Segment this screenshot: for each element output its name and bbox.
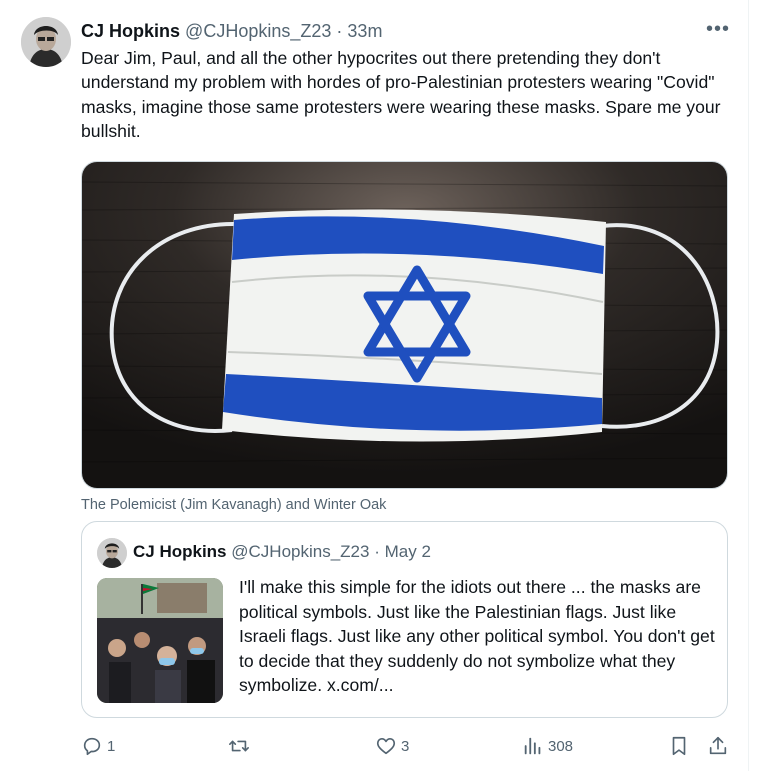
action-bar: 1 3 308	[0, 733, 763, 761]
author-avatar[interactable]	[21, 17, 71, 67]
quoted-text: I'll make this simple for the idiots out…	[239, 577, 715, 695]
author-name[interactable]: CJ Hopkins	[81, 21, 180, 41]
tweet-timestamp[interactable]: 33m	[347, 21, 382, 41]
header-separator: ·	[336, 21, 343, 41]
reply-icon	[81, 735, 103, 757]
column-divider	[748, 0, 749, 771]
tweet-text: Dear Jim, Paul, and all the other hypocr…	[81, 48, 721, 142]
bookmark-icon	[668, 735, 690, 757]
like-button[interactable]: 3	[375, 735, 409, 757]
quoted-tweet[interactable]: CJ Hopkins @CJHopkins_Z23 · May 2 I'll m…	[81, 521, 728, 718]
quoted-date: May 2	[384, 542, 431, 561]
quoted-media-thumbnail	[97, 578, 223, 703]
share-icon	[707, 735, 729, 757]
bookmark-button[interactable]	[668, 735, 690, 757]
quoted-author-avatar	[97, 538, 127, 568]
like-count: 3	[401, 737, 410, 755]
repost-icon	[228, 735, 250, 757]
reply-count: 1	[107, 737, 116, 755]
quoted-header: CJ Hopkins @CJHopkins_Z23 · May 2	[133, 541, 431, 563]
quoted-author-name: CJ Hopkins	[133, 542, 227, 561]
views-button[interactable]: 308	[522, 735, 573, 757]
views-icon	[522, 735, 544, 757]
mask-photo	[82, 162, 727, 488]
author-handle[interactable]: @CJHopkins_Z23	[185, 21, 331, 41]
more-options-icon[interactable]: •••	[706, 18, 730, 40]
share-button[interactable]	[707, 735, 729, 757]
media-caption[interactable]: The Polemicist (Jim Kavanagh) and Winter…	[81, 497, 386, 513]
tweet-header: CJ Hopkins @CJHopkins_Z23 · 33m	[81, 20, 382, 42]
quoted-separator: ·	[374, 542, 380, 561]
like-icon	[375, 735, 397, 757]
tweet-media-image[interactable]	[81, 161, 728, 489]
views-count: 308	[548, 737, 574, 755]
quoted-author-handle: @CJHopkins_Z23	[231, 542, 370, 561]
reply-button[interactable]: 1	[81, 735, 115, 757]
repost-button[interactable]	[228, 735, 254, 757]
